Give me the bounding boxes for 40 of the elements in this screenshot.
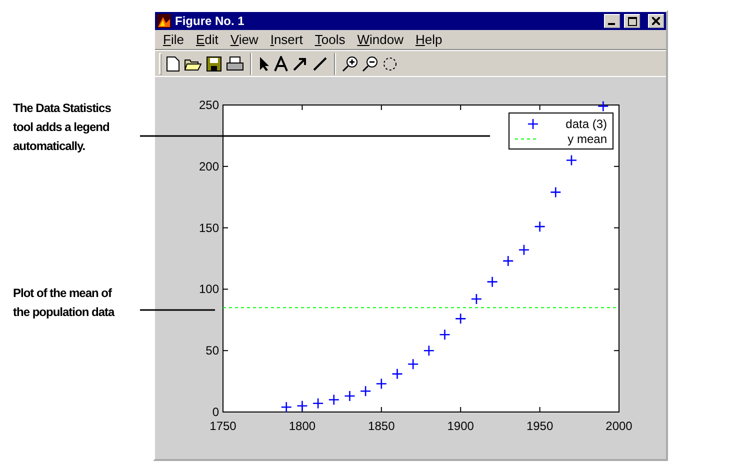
close-icon [652, 17, 660, 25]
menu-item[interactable]: File [157, 30, 190, 50]
y-tick-label: 50 [206, 344, 219, 358]
maximize-icon [628, 16, 636, 26]
y-tick-label: 250 [198, 98, 219, 112]
text-tool-icon[interactable] [274, 56, 288, 72]
x-tick-label: 1800 [288, 419, 316, 433]
menu-item[interactable]: Edit [190, 30, 224, 50]
annotation-text: The Data Statistics tool adds a legend automatically. [13, 100, 112, 155]
x-tick-label: 1900 [447, 419, 474, 433]
menu-item[interactable]: Window [351, 30, 410, 50]
arrow-tool-icon[interactable] [292, 56, 308, 72]
x-tick-label: 1950 [526, 419, 554, 433]
window-title: Figure No. 1 [175, 13, 246, 30]
zoom-out-icon[interactable] [362, 56, 378, 72]
menu-item[interactable]: View [224, 30, 264, 50]
rotate-icon[interactable] [382, 56, 398, 72]
menu-item[interactable]: Help [409, 30, 448, 50]
legend-label: y mean [568, 132, 607, 146]
zoom-in-icon[interactable] [342, 56, 358, 72]
x-tick-label: 1750 [210, 419, 236, 433]
maximize-button[interactable] [624, 14, 640, 28]
close-button[interactable] [648, 14, 664, 28]
save-icon[interactable] [206, 56, 222, 72]
app-icon [157, 14, 171, 28]
y-tick-label: 200 [198, 159, 219, 174]
minimize-button[interactable] [604, 14, 620, 28]
new-file-icon[interactable] [166, 56, 180, 72]
y-tick-label: 100 [198, 282, 219, 296]
x-tick-label: 2000 [606, 419, 632, 433]
menu-item[interactable]: Insert [264, 30, 309, 50]
y-tick-label: 150 [198, 220, 219, 235]
x-tick-label: 1850 [368, 419, 395, 433]
print-icon[interactable] [226, 56, 244, 72]
line-tool-icon[interactable] [312, 56, 328, 72]
legend-label: data (3) [566, 117, 607, 131]
annotation-text: Plot of the mean of the population data [13, 285, 116, 321]
y-tick-label: 0 [212, 405, 219, 419]
menu-item[interactable]: Tools [308, 30, 352, 50]
pointer-icon[interactable] [258, 56, 270, 72]
